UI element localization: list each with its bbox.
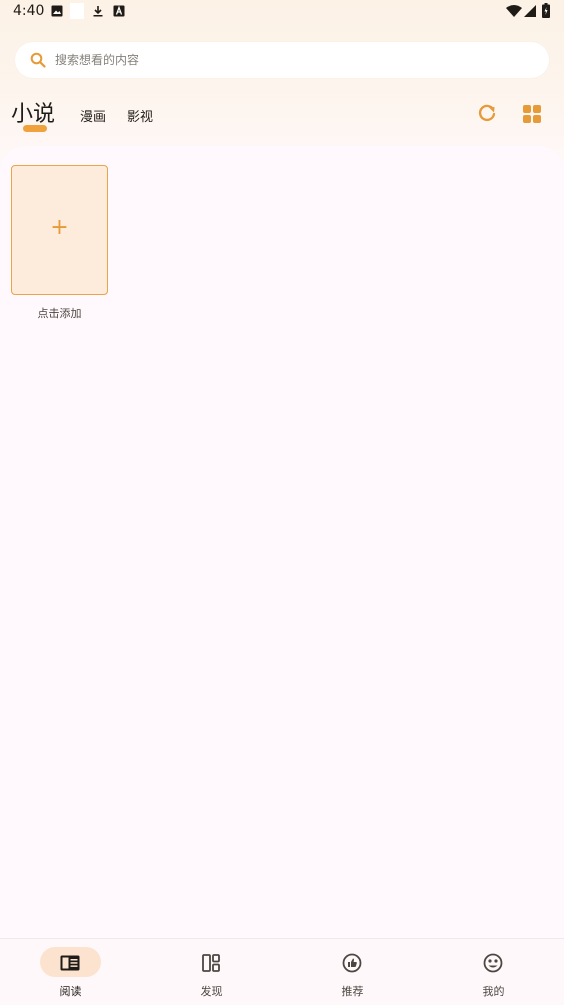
image-icon (51, 5, 63, 17)
add-book-button[interactable]: + (11, 165, 108, 295)
discover-icon (202, 954, 220, 972)
bottom-navigation: 阅读 发现 推荐 我的 (0, 938, 564, 1005)
nav-label-recommend: 推荐 (341, 985, 364, 998)
plus-icon: + (50, 215, 69, 240)
nav-item-read[interactable]: 阅读 (0, 939, 141, 1005)
download-icon (93, 6, 103, 17)
refresh-icon[interactable] (476, 103, 498, 125)
battery-icon (542, 3, 550, 18)
tab-video[interactable]: 影视 (127, 106, 153, 125)
status-bar: 4:40 (0, 0, 564, 24)
notification-blank-icon (70, 3, 84, 19)
nav-item-discover[interactable]: 发现 (141, 939, 282, 1005)
nav-label-profile: 我的 (482, 985, 505, 998)
nav-label-discover: 发现 (200, 985, 223, 998)
wifi-icon (506, 5, 522, 17)
a-badge-icon (113, 5, 125, 17)
add-book-label: 点击添加 (37, 307, 82, 320)
tab-comic[interactable]: 漫画 (80, 106, 106, 125)
nav-item-profile[interactable]: 我的 (423, 939, 564, 1005)
grid-view-icon[interactable] (521, 103, 543, 125)
signal-icon (524, 5, 536, 17)
nav-label-read: 阅读 (59, 985, 82, 998)
tab-indicator (23, 125, 47, 132)
status-time: 4:40 (13, 3, 45, 19)
thumb-up-icon (342, 953, 362, 973)
search-input[interactable] (55, 42, 525, 78)
tab-novel[interactable]: 小说 (11, 96, 55, 128)
profile-icon (483, 953, 503, 973)
search-icon (30, 52, 46, 68)
book-icon (60, 955, 80, 971)
search-bar[interactable] (15, 42, 549, 78)
nav-item-recommend[interactable]: 推荐 (282, 939, 423, 1005)
